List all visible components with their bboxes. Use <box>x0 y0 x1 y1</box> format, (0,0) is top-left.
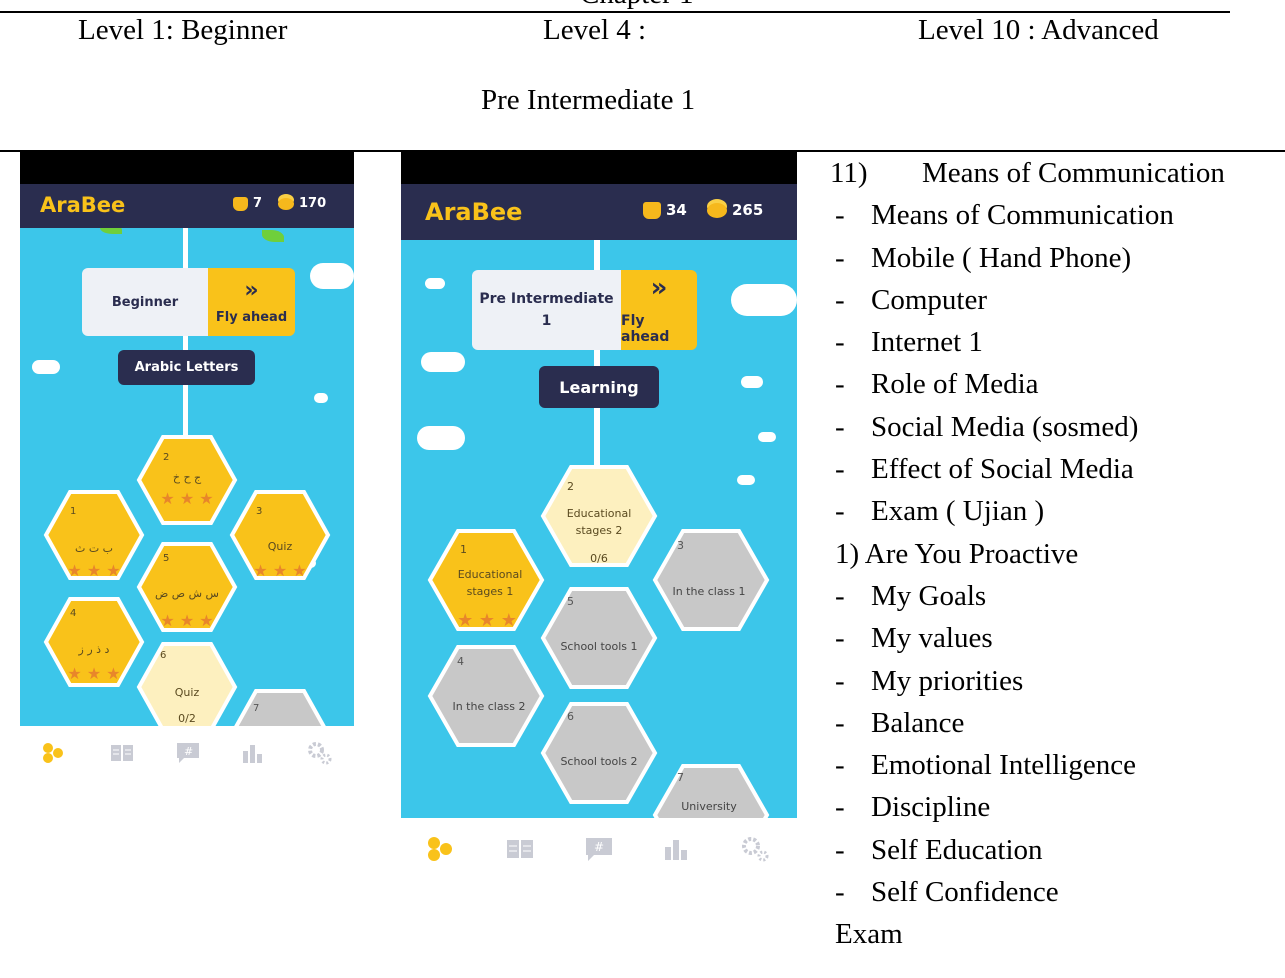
screen-pre-intermediate: AraBee 34 265 Pre Intermediate 1 » Fly a… <box>401 152 797 880</box>
page-header-fragment: Chapter 1 <box>580 0 694 11</box>
hex-map[interactable]: 2 ج ح خ ★ ★ ★ 1 ب ت ث ★ ★ ★ 3 Quiz ★ ★ ★… <box>20 228 354 726</box>
hex-stars: ★ ★ ★ <box>67 561 120 580</box>
app-logo: AraBee <box>40 193 126 217</box>
hex-node-4[interactable]: 4 د ذ ر ز ★ ★ ★ <box>43 597 145 687</box>
hex-stars: ★ ★ ★ <box>160 489 213 508</box>
nav-settings-icon[interactable] <box>306 740 334 766</box>
hex-number: 3 <box>256 506 262 517</box>
hex-node-2[interactable]: 2 Educational stages 2 0/6 <box>540 465 658 567</box>
hex-number: 4 <box>457 655 464 668</box>
coin-icon <box>278 197 294 210</box>
hex-title: School tools 1 <box>560 640 637 653</box>
hex-number: 7 <box>677 771 684 784</box>
hex-node-5[interactable]: 5 School tools 1 <box>540 587 658 689</box>
hex-title: ج ح خ <box>173 471 202 484</box>
nav-map-icon[interactable] <box>40 741 68 765</box>
screen-beginner: AraBee 7 170 Beginner » Fly ahead Arabic… <box>20 152 354 780</box>
hex-number: 1 <box>460 543 467 556</box>
coin-icon <box>707 203 727 218</box>
level-4-label: Level 4 : <box>543 14 647 46</box>
honey-counter: 7 <box>233 196 262 211</box>
hex-number: 2 <box>567 480 574 493</box>
hex-node-6[interactable]: 6 Quiz 0/2 <box>136 642 238 726</box>
hex-title: stages 1 <box>467 585 514 598</box>
nav-chat-icon[interactable]: # <box>175 741 201 765</box>
hex-progress: 0/6 <box>590 552 608 565</box>
nav-map-icon[interactable] <box>426 836 456 862</box>
hex-title: Quiz <box>175 686 200 699</box>
hex-title: س ش ص ض <box>155 587 219 600</box>
hex-stars: ★ ★ ★ <box>67 664 120 683</box>
svg-text:#: # <box>184 745 193 758</box>
nav-chat-icon[interactable]: # <box>584 836 614 862</box>
map-area[interactable]: Beginner » Fly ahead Arabic Letters 2 ج … <box>20 228 354 726</box>
hex-title: stages 2 <box>576 524 623 537</box>
svg-text:#: # <box>594 840 604 854</box>
hex-title: ب ت ث <box>75 542 113 555</box>
hex-title: In the class 2 <box>452 700 525 713</box>
nav-book-icon[interactable] <box>505 837 535 861</box>
nav-stats-icon[interactable] <box>241 742 265 764</box>
hex-node-6[interactable]: 6 School tools 2 <box>540 702 658 804</box>
hex-number: 1 <box>70 506 76 517</box>
level-4-subtitle: Pre Intermediate 1 <box>481 84 696 116</box>
nav-stats-icon[interactable] <box>663 837 691 861</box>
hex-number: 6 <box>567 710 574 723</box>
hex-node-5[interactable]: 5 س ش ص ض ★ ★ ★ <box>136 542 238 632</box>
hex-progress: 0/2 <box>178 712 196 725</box>
level-10-label: Level 10 : Advanced <box>918 14 1159 46</box>
status-bar <box>20 152 354 184</box>
coin-counter: 170 <box>278 196 326 211</box>
status-bar <box>401 152 797 184</box>
hex-stars: ★ ★ ★ <box>160 611 213 630</box>
hex-node-7[interactable]: 7 <box>232 689 328 726</box>
hex-title: Quiz <box>268 540 293 553</box>
bottom-nav: # <box>401 818 797 880</box>
hex-title: د ذ ر ز <box>78 643 110 656</box>
heading-number: 11) <box>830 157 868 189</box>
nav-settings-icon[interactable] <box>740 835 772 863</box>
hex-stars: ★ ★ ★ <box>457 610 517 631</box>
hex-number: 2 <box>163 452 169 463</box>
hex-number: 6 <box>160 650 166 661</box>
hex-node-3[interactable]: 3 Quiz ★ ★ ★ <box>229 490 331 580</box>
hex-title: In the class 1 <box>672 585 745 598</box>
app-bar: AraBee 34 265 <box>401 184 797 240</box>
hex-number: 4 <box>70 608 76 619</box>
honey-count: 34 <box>666 201 687 219</box>
hex-title: University <box>681 800 737 813</box>
coin-count: 265 <box>732 201 764 219</box>
coin-counter: 265 <box>707 201 763 219</box>
hex-number: 5 <box>163 553 169 564</box>
hex-number: 3 <box>677 539 684 552</box>
level-1-label: Level 1: Beginner <box>78 14 288 46</box>
hex-number: 7 <box>253 703 259 714</box>
heading-text: Means of Communication <box>922 157 1225 189</box>
hex-map[interactable]: 2 Educational stages 2 0/6 1 Educational… <box>401 240 797 818</box>
app-logo: AraBee <box>425 198 523 226</box>
honey-count: 7 <box>253 196 263 211</box>
hex-number: 5 <box>567 595 574 608</box>
app-bar: AraBee 7 170 <box>20 184 354 228</box>
coin-count: 170 <box>299 196 327 211</box>
top-rule <box>0 11 1230 13</box>
honey-counter: 34 <box>643 201 687 219</box>
bottom-nav: # <box>20 726 354 780</box>
hex-title: Educational <box>567 507 632 520</box>
map-area[interactable]: Pre Intermediate 1 » Fly ahead Learning … <box>401 240 797 818</box>
hex-node-1[interactable]: 1 Educational stages 1 ★ ★ ★ <box>427 529 545 631</box>
hex-node-2[interactable]: 2 ج ح خ ★ ★ ★ <box>136 435 238 525</box>
hex-stars: ★ ★ ★ <box>253 561 306 580</box>
nav-book-icon[interactable] <box>109 742 135 764</box>
hex-node-4[interactable]: 4 In the class 2 <box>427 645 545 747</box>
hex-title: Educational <box>458 568 523 581</box>
hex-node-7[interactable]: 7 University <box>652 764 770 818</box>
hex-node-1[interactable]: 1 ب ت ث ★ ★ ★ <box>43 490 145 580</box>
honey-pot-icon <box>643 202 661 219</box>
hex-node-3[interactable]: 3 In the class 1 <box>652 529 770 631</box>
hex-title: School tools 2 <box>560 755 637 768</box>
honey-pot-icon <box>233 196 248 211</box>
